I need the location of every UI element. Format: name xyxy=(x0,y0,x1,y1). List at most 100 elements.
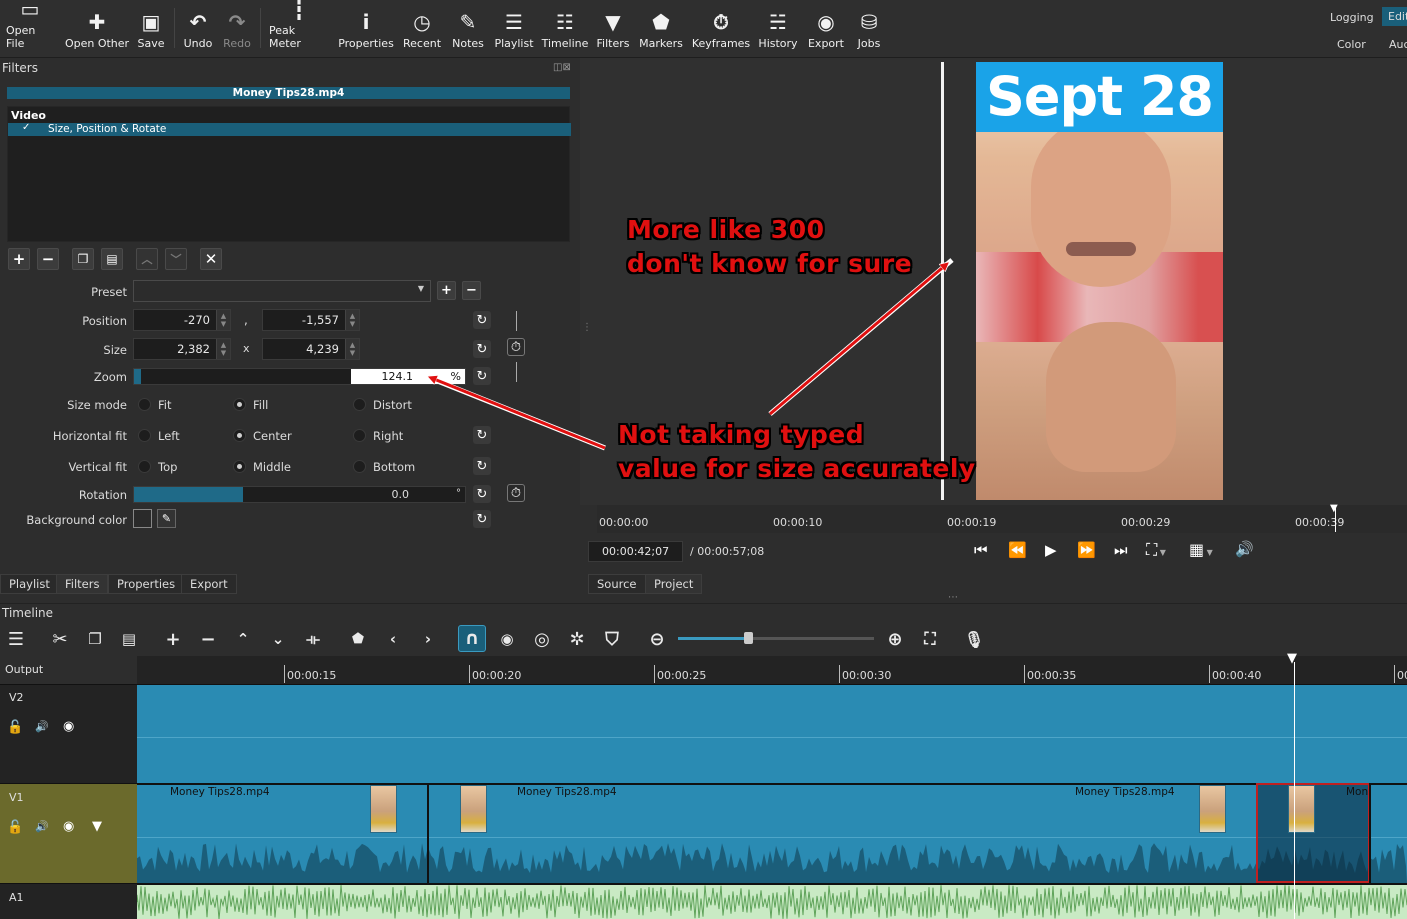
zoom-fit-button[interactable]: ⛶ xyxy=(918,627,942,651)
layout-logging-button[interactable]: Logging xyxy=(1330,11,1374,24)
layout-audio-button[interactable]: Auc xyxy=(1389,38,1407,51)
filter-item-size-position-rotate[interactable]: ✓ Size, Position & Rotate xyxy=(8,122,571,136)
filter-enable-checkbox[interactable]: ✓ xyxy=(22,122,30,133)
jobs-button[interactable]: ⛁ Jobs xyxy=(854,0,884,56)
size-reset-button[interactable]: ↻ xyxy=(473,340,491,358)
add-preset-button[interactable]: + xyxy=(437,281,456,300)
tab-project[interactable]: Project xyxy=(645,574,703,594)
tab-filters[interactable]: Filters xyxy=(56,574,109,594)
rotation-reset-button[interactable]: ↻ xyxy=(473,485,491,503)
timeline-button[interactable]: ☷ Timeline xyxy=(542,0,589,56)
zoom-out-button[interactable]: ⊖ xyxy=(645,627,669,651)
size-width-input[interactable]: 2,382 ▲ ▼ xyxy=(133,338,231,360)
copy-button[interactable]: ❐ xyxy=(83,627,107,651)
markers-button[interactable]: ⬟ Markers xyxy=(639,0,683,56)
record-audio-button[interactable]: 🎙 xyxy=(962,627,986,651)
lock-icon[interactable]: 🔓 xyxy=(7,820,23,835)
position-keyframes-button[interactable]: ⏱ xyxy=(507,338,525,356)
deselect-filter-button[interactable]: ✕ xyxy=(200,248,222,270)
zoom-in-button[interactable]: ⊕ xyxy=(883,627,907,651)
mute-icon[interactable]: 🔊 xyxy=(35,820,49,833)
skip-to-start-button[interactable]: ⏮ xyxy=(974,541,988,559)
previous-marker-button[interactable]: ‹ xyxy=(381,627,405,651)
filter-list[interactable]: Video ✓ Size, Position & Rotate xyxy=(7,106,571,242)
zoom-value-input[interactable]: 124.1 % xyxy=(351,369,465,384)
add-filter-button[interactable]: + xyxy=(8,248,30,270)
ripple-button[interactable]: ◎ xyxy=(530,627,554,651)
ripple-markers-button[interactable]: ⛉ xyxy=(600,627,624,651)
keyframes-button[interactable]: ⏱ Keyframes xyxy=(692,0,750,56)
move-filter-up-button[interactable]: ︿ xyxy=(136,248,158,270)
export-button[interactable]: ◉ Export xyxy=(807,0,845,56)
split-button[interactable]: ⟛ xyxy=(301,627,325,651)
properties-button[interactable]: i Properties xyxy=(338,0,394,56)
tab-export[interactable]: Export xyxy=(181,574,237,594)
preset-dropdown[interactable]: ▼ xyxy=(133,280,431,302)
rotation-value-input[interactable]: 0.0 ° xyxy=(351,487,465,502)
position-x-stepper[interactable]: ▲ ▼ xyxy=(216,310,230,330)
track-header-a1[interactable]: A1 xyxy=(0,883,137,919)
filters-button[interactable]: ▼ Filters xyxy=(596,0,630,56)
position-y-stepper[interactable]: ▲ ▼ xyxy=(345,310,359,330)
splitter-handle[interactable]: ⋮ xyxy=(582,322,592,333)
background-color-reset-button[interactable]: ↻ xyxy=(473,510,491,528)
layout-color-button[interactable]: Color xyxy=(1337,38,1366,51)
peak-meter-button[interactable]: ┇ Peak Meter xyxy=(269,0,329,56)
skip-to-end-button[interactable]: ⏭ xyxy=(1114,541,1128,559)
open-file-button[interactable]: ▭ Open File xyxy=(6,0,54,56)
remove-preset-button[interactable]: − xyxy=(462,281,481,300)
save-button[interactable]: ▣ Save xyxy=(136,0,166,56)
hfit-reset-button[interactable]: ↻ xyxy=(473,426,491,444)
size-height-stepper[interactable]: ▲ ▼ xyxy=(345,339,359,359)
snap-button[interactable]: ∩ xyxy=(458,625,486,652)
rotation-slider[interactable]: 0.0 ° xyxy=(133,486,466,503)
remove-filter-button[interactable]: − xyxy=(37,248,59,270)
hfit-right-radio[interactable] xyxy=(353,429,366,442)
zoom-view-button[interactable]: ⛶ ▼ xyxy=(1146,540,1166,560)
hfit-center-radio[interactable] xyxy=(233,429,246,442)
size-width-stepper[interactable]: ▲ ▼ xyxy=(216,339,230,359)
lift-button[interactable]: ⌃ xyxy=(231,627,255,651)
lock-icon[interactable]: 🔓 xyxy=(7,720,23,735)
size-mode-fit-radio[interactable] xyxy=(138,398,151,411)
background-color-swatch[interactable] xyxy=(133,509,152,528)
append-button[interactable]: + xyxy=(161,627,185,651)
grid-button[interactable]: ▦ ▼ xyxy=(1189,540,1213,559)
timeline-menu-button[interactable]: ☰ xyxy=(4,627,28,651)
move-filter-down-button[interactable]: ﹀ xyxy=(165,248,187,270)
vfit-bottom-radio[interactable] xyxy=(353,460,366,473)
color-picker-button[interactable]: ✎ xyxy=(157,509,176,528)
splitter-handle[interactable]: ⋯ xyxy=(948,592,958,603)
paste-button[interactable]: ▤ xyxy=(117,627,141,651)
volume-button[interactable]: 🔊 xyxy=(1235,540,1254,558)
next-marker-button[interactable]: › xyxy=(416,627,440,651)
add-marker-button[interactable]: ⬟ xyxy=(346,627,370,651)
vfit-top-radio[interactable] xyxy=(138,460,151,473)
tab-properties[interactable]: Properties xyxy=(108,574,185,594)
zoom-slider[interactable]: 124.1 % xyxy=(133,368,466,385)
remove-button[interactable]: − xyxy=(196,627,220,651)
playlist-button[interactable]: ☰ Playlist xyxy=(494,0,534,56)
timeline-playhead[interactable] xyxy=(1294,662,1295,919)
rotation-keyframes-button[interactable]: ⏱ xyxy=(507,484,525,502)
eye-icon[interactable]: ◉ xyxy=(63,819,74,834)
panel-float-close-icons[interactable]: ◫⊠ xyxy=(553,62,571,73)
rewind-button[interactable]: ⏪ xyxy=(1008,541,1027,559)
overwrite-button[interactable]: ⌄ xyxy=(266,627,290,651)
zoom-reset-button[interactable]: ↻ xyxy=(473,367,491,385)
scrub-while-dragging-button[interactable]: ◉ xyxy=(495,627,519,651)
copy-filter-button[interactable]: ❐ xyxy=(72,248,94,270)
play-button[interactable]: ▶ xyxy=(1045,541,1057,559)
paste-filter-button[interactable]: ▤ xyxy=(101,248,123,270)
filter-icon[interactable]: ▼ xyxy=(92,819,102,834)
track-header-v2[interactable]: V2 🔓 🔊 ◉ xyxy=(0,684,137,783)
timeline-zoom-handle[interactable] xyxy=(744,632,753,644)
history-button[interactable]: ☵ History xyxy=(758,0,798,56)
fast-forward-button[interactable]: ⏩ xyxy=(1077,541,1096,559)
mute-icon[interactable]: 🔊 xyxy=(35,720,49,733)
undo-button[interactable]: ↶ Undo xyxy=(183,0,213,56)
layout-editing-button[interactable]: Editi xyxy=(1382,7,1407,26)
size-height-input[interactable]: 4,239 ▲ ▼ xyxy=(262,338,360,360)
tab-source[interactable]: Source xyxy=(588,574,646,594)
tab-playlist[interactable]: Playlist xyxy=(0,574,59,594)
